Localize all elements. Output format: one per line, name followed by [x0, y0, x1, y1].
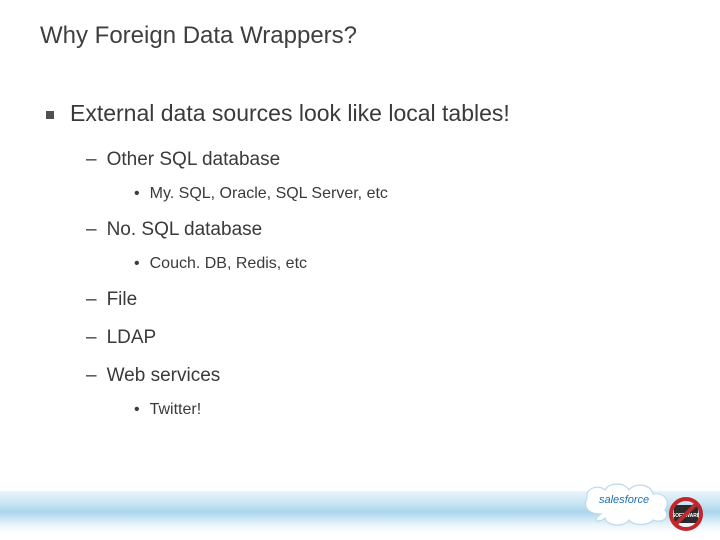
bullet-text: File	[107, 289, 138, 311]
dash-bullet-icon: –	[86, 289, 97, 311]
bullet-level3: • Couch. DB, Redis, etc	[134, 255, 676, 273]
bullet-text: Web services	[107, 365, 221, 387]
logo-text: salesforce	[599, 494, 649, 506]
bullet-level2: – LDAP	[86, 327, 676, 349]
slide-content: External data sources look like local ta…	[46, 100, 676, 433]
dot-bullet-icon: •	[134, 255, 140, 273]
bullet-text: My. SQL, Oracle, SQL Server, etc	[150, 185, 388, 203]
bullet-level2: – No. SQL database	[86, 219, 676, 241]
slide-title: Why Foreign Data Wrappers?	[40, 22, 357, 50]
dash-bullet-icon: –	[86, 219, 97, 241]
bullet-level2: – Other SQL database	[86, 149, 676, 171]
bullet-level2: – File	[86, 289, 676, 311]
square-bullet-icon	[46, 111, 54, 119]
bullet-level3: • My. SQL, Oracle, SQL Server, etc	[134, 185, 676, 203]
dot-bullet-icon: •	[134, 185, 140, 203]
dash-bullet-icon: –	[86, 327, 97, 349]
logo-text-sales: sales	[599, 494, 625, 506]
bullet-text: Twitter!	[150, 401, 202, 419]
bullet-text: External data sources look like local ta…	[70, 100, 510, 127]
logo-text-force: force	[625, 494, 649, 506]
bullet-level3: • Twitter!	[134, 401, 676, 419]
bullet-text: No. SQL database	[107, 219, 263, 241]
no-software-icon: SOFTWARE	[668, 496, 704, 532]
dash-bullet-icon: –	[86, 365, 97, 387]
salesforce-logo: salesforce SOFTWARE	[577, 474, 702, 530]
slide: Why Foreign Data Wrappers? External data…	[0, 0, 720, 540]
dash-bullet-icon: –	[86, 149, 97, 171]
bullet-text: LDAP	[107, 327, 157, 349]
bullet-text: Other SQL database	[107, 149, 281, 171]
bullet-level1: External data sources look like local ta…	[46, 100, 676, 127]
bullet-level2: – Web services	[86, 365, 676, 387]
bullet-text: Couch. DB, Redis, etc	[150, 255, 307, 273]
dot-bullet-icon: •	[134, 401, 140, 419]
